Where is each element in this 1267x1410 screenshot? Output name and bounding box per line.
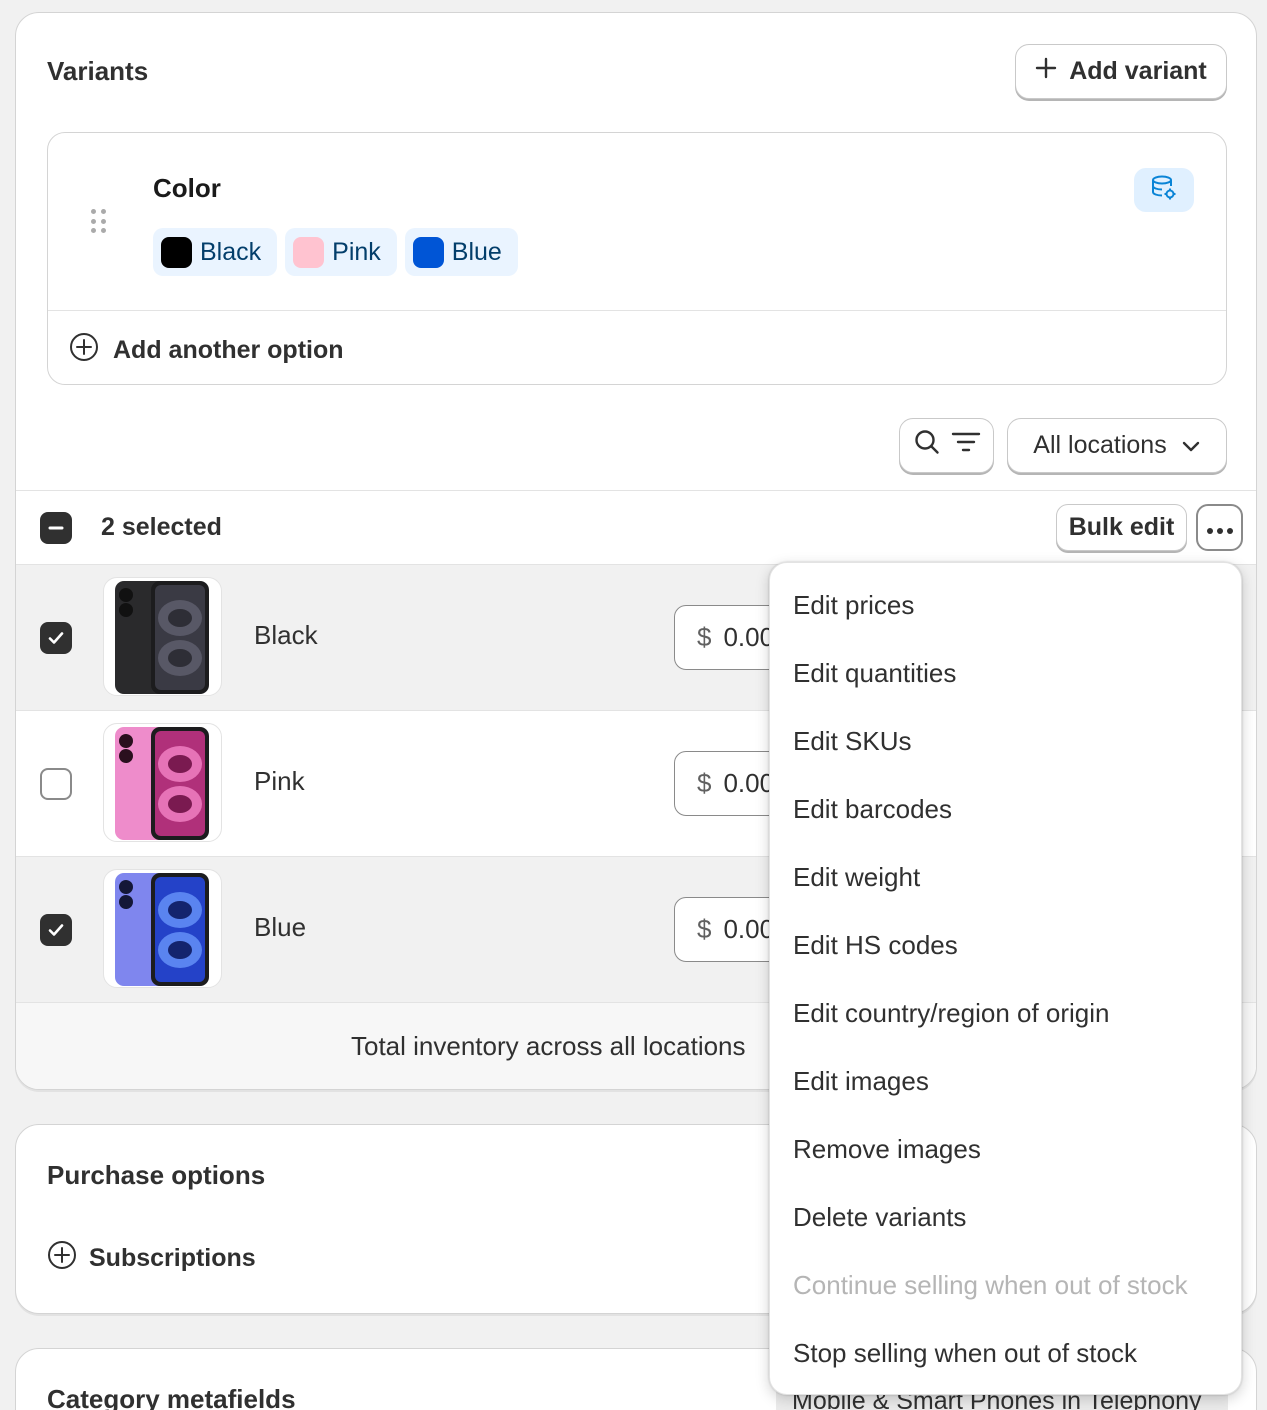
total-inventory-text: Total inventory across all locations bbox=[351, 1031, 746, 1061]
variant-name[interactable]: Blue bbox=[254, 912, 306, 943]
variant-image[interactable] bbox=[103, 577, 222, 696]
variants-title: Variants bbox=[47, 56, 149, 86]
option-color-box: Color Black Pink Blue Add another option bbox=[47, 132, 1227, 385]
menu-item-edit-images[interactable]: Edit images bbox=[770, 1047, 1241, 1115]
color-swatch bbox=[293, 236, 325, 268]
option-name[interactable]: Color bbox=[153, 173, 221, 204]
option-value-chip[interactable]: Blue bbox=[404, 228, 518, 276]
drag-handle-icon[interactable] bbox=[91, 209, 109, 235]
select-all-checkbox[interactable] bbox=[40, 512, 72, 544]
menu-item-remove-images[interactable]: Remove images bbox=[770, 1115, 1241, 1183]
row-checkbox[interactable] bbox=[40, 768, 72, 800]
metafield-link-button[interactable] bbox=[1134, 168, 1194, 212]
plus-icon bbox=[1035, 57, 1057, 86]
category-metafields-title: Category metafields bbox=[47, 1384, 296, 1410]
option-value-label: Black bbox=[200, 237, 262, 266]
option-values: Black Pink Blue bbox=[153, 228, 518, 276]
currency-symbol: $ bbox=[697, 914, 712, 944]
variant-image[interactable] bbox=[103, 723, 222, 842]
add-variant-button[interactable]: Add variant bbox=[1015, 44, 1227, 99]
option-value-chip[interactable]: Black bbox=[153, 228, 278, 276]
ellipsis-icon bbox=[1206, 513, 1234, 542]
add-another-option-label: Add another option bbox=[113, 336, 344, 364]
purchase-options-title: Purchase options bbox=[47, 1160, 266, 1190]
database-settings-icon bbox=[1149, 173, 1179, 208]
plus-circle-icon bbox=[69, 332, 99, 369]
menu-item-continue-selling: Continue selling when out of stock bbox=[793, 1269, 1188, 1300]
menu-item-edit-prices[interactable]: Edit prices bbox=[770, 571, 1241, 639]
locations-label: All locations bbox=[1033, 431, 1167, 459]
menu-item-delete-variants[interactable]: Delete variants bbox=[770, 1183, 1241, 1251]
menu-item-edit-hs-codes[interactable]: Edit HS codes bbox=[770, 911, 1241, 979]
locations-select[interactable]: All locations bbox=[1007, 418, 1227, 473]
menu-item-edit-quantities[interactable]: Edit quantities bbox=[770, 639, 1241, 707]
search-icon bbox=[913, 428, 941, 463]
menu-item-stop-selling[interactable]: Stop selling when out of stock bbox=[770, 1319, 1241, 1387]
search-filter-button[interactable] bbox=[899, 418, 994, 473]
variant-name[interactable]: Black bbox=[254, 620, 318, 651]
menu-item-edit-weight[interactable]: Edit weight bbox=[770, 843, 1241, 911]
price-value: 0.00 bbox=[723, 622, 775, 652]
filter-icon bbox=[951, 430, 981, 461]
add-variant-label: Add variant bbox=[1069, 57, 1207, 85]
more-actions-menu: Edit prices Edit quantities Edit SKUs Ed… bbox=[769, 562, 1242, 1395]
add-another-option-button[interactable]: Add another option bbox=[69, 332, 344, 369]
plus-circle-icon bbox=[47, 1240, 77, 1277]
row-checkbox[interactable] bbox=[40, 622, 72, 654]
option-value-chip[interactable]: Pink bbox=[285, 228, 397, 276]
chevron-down-icon bbox=[1181, 431, 1201, 460]
option-value-label: Blue bbox=[451, 237, 502, 266]
option-value-label: Pink bbox=[332, 237, 381, 266]
currency-symbol: $ bbox=[697, 622, 712, 652]
variant-name[interactable]: Pink bbox=[254, 766, 305, 797]
price-value: 0.00 bbox=[723, 914, 775, 944]
menu-item-edit-skus[interactable]: Edit SKUs bbox=[770, 707, 1241, 775]
variant-image[interactable] bbox=[103, 869, 222, 988]
selected-count: 2 selected bbox=[101, 513, 222, 541]
more-actions-button[interactable] bbox=[1196, 504, 1243, 551]
bulk-edit-button[interactable]: Bulk edit bbox=[1056, 504, 1187, 551]
color-swatch bbox=[161, 236, 192, 268]
color-swatch bbox=[412, 236, 444, 268]
menu-item-edit-barcodes[interactable]: Edit barcodes bbox=[770, 775, 1241, 843]
row-checkbox[interactable] bbox=[40, 914, 72, 946]
divider bbox=[48, 310, 1226, 311]
menu-item-edit-origin[interactable]: Edit country/region of origin bbox=[770, 979, 1241, 1047]
currency-symbol: $ bbox=[697, 768, 712, 798]
price-value: 0.00 bbox=[723, 768, 775, 798]
subscriptions-label: Subscriptions bbox=[89, 1244, 256, 1272]
subscriptions-button[interactable]: Subscriptions bbox=[47, 1240, 256, 1277]
bulk-action-bar: 2 selected Bulk edit bbox=[16, 491, 1256, 565]
